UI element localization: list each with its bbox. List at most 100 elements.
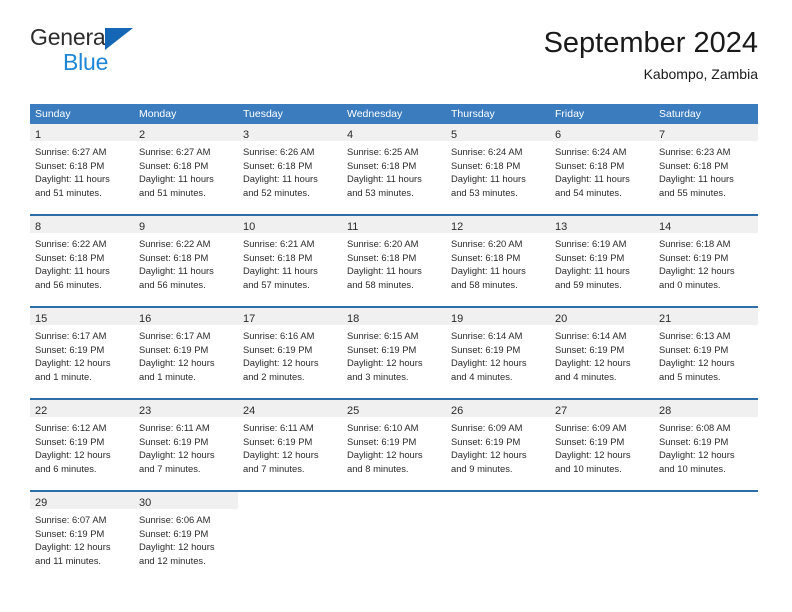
daylight-text-line1: Daylight: 12 hours (139, 357, 215, 368)
sunrise-text: Sunrise: 6:09 AM (555, 422, 627, 433)
sunrise-text: Sunrise: 6:15 AM (347, 330, 419, 341)
day-details: Sunrise: 6:24 AM Sunset: 6:18 PM Daylight:… (550, 141, 654, 199)
day-number-band: 5 (446, 124, 550, 141)
day-cell[interactable]: 27 Sunrise: 6:09 AM Sunset: 6:19 PM Dayligh… (550, 400, 654, 485)
day-number-band: 3 (238, 124, 342, 141)
day-cell-empty (446, 492, 550, 577)
day-cell[interactable]: 12 Sunrise: 6:20 AM Sunset: 6:18 PM Dayligh… (446, 216, 550, 301)
day-number: 19 (451, 313, 464, 325)
day-number-band: 22 (30, 400, 134, 417)
day-cell[interactable]: 11 Sunrise: 6:20 AM Sunset: 6:18 PM Dayligh… (342, 216, 446, 301)
daylight-text-line2: and 56 minutes. (139, 278, 206, 290)
day-details: Sunrise: 6:10 AM Sunset: 6:19 PM Daylight:… (342, 417, 446, 475)
day-cell[interactable]: 21 Sunrise: 6:13 AM Sunset: 6:19 PM Dayligh… (654, 308, 758, 393)
daylight-text-line1: Daylight: 11 hours (243, 265, 318, 276)
daylight-text-line2: and 7 minutes. (139, 462, 201, 474)
day-cell[interactable]: 6 Sunrise: 6:24 AM Sunset: 6:18 PM Daylight… (550, 124, 654, 209)
day-details: Sunrise: 6:19 AM Sunset: 6:19 PM Daylight:… (550, 233, 654, 291)
sunrise-text: Sunrise: 6:17 AM (35, 330, 107, 341)
day-cell[interactable]: 18 Sunrise: 6:15 AM Sunset: 6:19 PM Dayligh… (342, 308, 446, 393)
day-cell[interactable]: 25 Sunrise: 6:10 AM Sunset: 6:19 PM Dayligh… (342, 400, 446, 485)
daylight-text-line2: and 4 minutes. (451, 370, 513, 382)
sunset-text: Sunset: 6:19 PM (139, 435, 209, 447)
day-cell[interactable]: 8 Sunrise: 6:22 AM Sunset: 6:18 PM Daylight… (30, 216, 134, 301)
sunrise-text: Sunrise: 6:22 AM (35, 238, 107, 249)
day-details: Sunrise: 6:14 AM Sunset: 6:19 PM Daylight:… (446, 325, 550, 383)
sunrise-text: Sunrise: 6:24 AM (451, 146, 523, 157)
brand-name-general: General (30, 24, 111, 50)
daylight-text-line1: Daylight: 11 hours (451, 265, 526, 276)
sunrise-text: Sunrise: 6:19 AM (555, 238, 627, 249)
day-details: Sunrise: 6:07 AM Sunset: 6:19 PM Daylight:… (30, 509, 134, 567)
sunrise-text: Sunrise: 6:23 AM (659, 146, 731, 157)
day-cell[interactable]: 15 Sunrise: 6:17 AM Sunset: 6:19 PM Dayligh… (30, 308, 134, 393)
day-cell[interactable]: 24 Sunrise: 6:11 AM Sunset: 6:19 PM Dayligh… (238, 400, 342, 485)
day-number: 25 (347, 405, 360, 417)
day-number: 12 (451, 221, 464, 233)
day-number-band: 13 (550, 216, 654, 233)
day-cell[interactable]: 28 Sunrise: 6:08 AM Sunset: 6:19 PM Dayligh… (654, 400, 758, 485)
day-number: 16 (139, 313, 152, 325)
daylight-text-line1: Daylight: 12 hours (243, 449, 319, 460)
daylight-text-line1: Daylight: 11 hours (347, 265, 422, 276)
day-cell[interactable]: 23 Sunrise: 6:11 AM Sunset: 6:19 PM Dayligh… (134, 400, 238, 485)
day-cell[interactable]: 1 Sunrise: 6:27 AM Sunset: 6:18 PM Daylight… (30, 124, 134, 209)
sunset-text: Sunset: 6:19 PM (35, 343, 105, 355)
brand-logo[interactable]: General Blue (30, 26, 240, 86)
daylight-text-line2: and 58 minutes. (347, 278, 414, 290)
sunrise-text: Sunrise: 6:17 AM (139, 330, 211, 341)
day-number-band: 18 (342, 308, 446, 325)
day-details: Sunrise: 6:25 AM Sunset: 6:18 PM Daylight:… (342, 141, 446, 199)
day-cell[interactable]: 19 Sunrise: 6:14 AM Sunset: 6:19 PM Dayligh… (446, 308, 550, 393)
sunset-text: Sunset: 6:18 PM (139, 159, 209, 171)
sunset-text: Sunset: 6:19 PM (555, 343, 625, 355)
day-cell[interactable]: 4 Sunrise: 6:25 AM Sunset: 6:18 PM Daylight… (342, 124, 446, 209)
sunset-text: Sunset: 6:19 PM (347, 435, 417, 447)
day-cell[interactable]: 14 Sunrise: 6:18 AM Sunset: 6:19 PM Dayligh… (654, 216, 758, 301)
sunset-text: Sunset: 6:18 PM (35, 251, 105, 263)
day-cell[interactable]: 10 Sunrise: 6:21 AM Sunset: 6:18 PM Dayligh… (238, 216, 342, 301)
sunrise-text: Sunrise: 6:27 AM (139, 146, 211, 157)
day-cell[interactable]: 5 Sunrise: 6:24 AM Sunset: 6:18 PM Daylight… (446, 124, 550, 209)
day-cell[interactable]: 26 Sunrise: 6:09 AM Sunset: 6:19 PM Dayligh… (446, 400, 550, 485)
weekday-header-tuesday: Tuesday (243, 108, 283, 120)
day-cell[interactable]: 3 Sunrise: 6:26 AM Sunset: 6:18 PM Daylight… (238, 124, 342, 209)
daylight-text-line1: Daylight: 11 hours (35, 265, 110, 276)
day-cell[interactable]: 7 Sunrise: 6:23 AM Sunset: 6:18 PM Daylight… (654, 124, 758, 209)
day-cell[interactable]: 20 Sunrise: 6:14 AM Sunset: 6:19 PM Dayligh… (550, 308, 654, 393)
daylight-text-line2: and 52 minutes. (243, 186, 310, 198)
day-number-band: 21 (654, 308, 758, 325)
day-cell[interactable]: 29 Sunrise: 6:07 AM Sunset: 6:19 PM Dayligh… (30, 492, 134, 577)
sunrise-text: Sunrise: 6:24 AM (555, 146, 627, 157)
day-cell[interactable]: 9 Sunrise: 6:22 AM Sunset: 6:18 PM Daylight… (134, 216, 238, 301)
day-cell[interactable]: 17 Sunrise: 6:16 AM Sunset: 6:19 PM Dayligh… (238, 308, 342, 393)
day-number-band: 25 (342, 400, 446, 417)
sunset-text: Sunset: 6:18 PM (243, 159, 313, 171)
day-cell[interactable]: 16 Sunrise: 6:17 AM Sunset: 6:19 PM Dayligh… (134, 308, 238, 393)
day-number-band: 11 (342, 216, 446, 233)
day-cell[interactable]: 30 Sunrise: 6:06 AM Sunset: 6:19 PM Dayligh… (134, 492, 238, 577)
sunrise-text: Sunrise: 6:13 AM (659, 330, 731, 341)
sunset-text: Sunset: 6:19 PM (659, 435, 729, 447)
day-number-band: 29 (30, 492, 134, 509)
sunrise-text: Sunrise: 6:20 AM (347, 238, 419, 249)
page-title: September 2024 (543, 27, 758, 59)
day-cell[interactable]: 22 Sunrise: 6:12 AM Sunset: 6:19 PM Dayligh… (30, 400, 134, 485)
day-number-band: 14 (654, 216, 758, 233)
day-details: Sunrise: 6:13 AM Sunset: 6:19 PM Daylight:… (654, 325, 758, 383)
day-number: 5 (451, 129, 458, 141)
sunset-text: Sunset: 6:19 PM (243, 435, 313, 447)
calendar-week-row: 29 Sunrise: 6:07 AM Sunset: 6:19 PM Dayligh… (30, 490, 758, 577)
daylight-text-line1: Daylight: 12 hours (555, 449, 631, 460)
sunset-text: Sunset: 6:18 PM (347, 251, 417, 263)
day-number: 18 (347, 313, 360, 325)
sunrise-text: Sunrise: 6:09 AM (451, 422, 523, 433)
day-cell[interactable]: 2 Sunrise: 6:27 AM Sunset: 6:18 PM Daylight… (134, 124, 238, 209)
day-number: 17 (243, 313, 256, 325)
sunrise-text: Sunrise: 6:14 AM (451, 330, 523, 341)
daylight-text-line1: Daylight: 11 hours (451, 173, 526, 184)
day-number-band: 20 (550, 308, 654, 325)
sunset-text: Sunset: 6:19 PM (659, 251, 729, 263)
day-cell[interactable]: 13 Sunrise: 6:19 AM Sunset: 6:19 PM Dayligh… (550, 216, 654, 301)
daylight-text-line1: Daylight: 11 hours (243, 173, 318, 184)
